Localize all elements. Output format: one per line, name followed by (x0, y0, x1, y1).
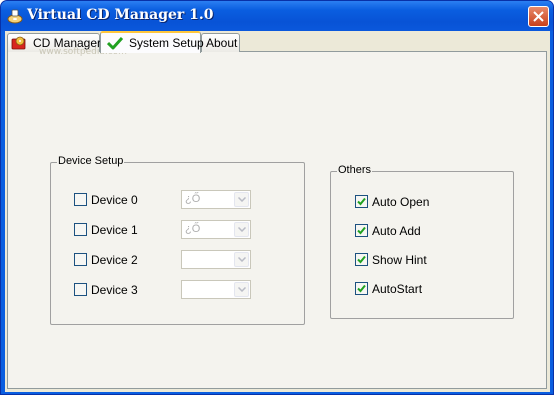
device-1-drive-select[interactable]: ¿Ő (181, 220, 251, 239)
device-setup-title: Device Setup (57, 155, 125, 167)
device-3-dropdown-button[interactable] (234, 282, 249, 297)
close-icon (533, 11, 544, 22)
device-setup-group: Device Setup Device 0 ¿Ő Device 1 ¿Ő Device … (50, 155, 305, 325)
check-mark-icon (357, 255, 366, 264)
chevron-down-icon (238, 197, 246, 202)
chevron-down-icon (238, 257, 246, 262)
auto-open-option-checkbox[interactable] (355, 195, 368, 208)
device-2-dropdown-button[interactable] (234, 252, 249, 267)
device-2-option-label: Device 2 (91, 253, 138, 267)
tab-system-setup-label: System Setup (129, 36, 204, 50)
checkmark-icon (106, 35, 124, 51)
window-title: Virtual CD Manager 1.0 (27, 7, 214, 23)
device-0-drive-select[interactable]: ¿Ő (181, 190, 251, 209)
cd-manager-icon (11, 35, 27, 51)
device-3-drive-select[interactable] (181, 280, 251, 299)
chevron-down-icon (238, 287, 246, 292)
device-1-dropdown-button[interactable] (234, 222, 249, 237)
autostart-option-label: AutoStart (372, 282, 423, 296)
chevron-down-icon (238, 227, 246, 232)
device-0-option-label: Device 0 (91, 193, 138, 207)
auto-add-option-label: Auto Add (372, 224, 421, 238)
close-button[interactable] (528, 6, 549, 27)
check-mark-icon (357, 226, 366, 235)
device-0-dropdown-button[interactable] (234, 192, 249, 207)
others-group: Others Auto Open Auto Add Show Hint AutoSta… (330, 164, 514, 319)
device-1-drive-value: ¿Ő (185, 223, 201, 235)
autostart-option-checkbox[interactable] (355, 282, 368, 295)
check-mark-icon (357, 284, 366, 293)
tab-system-setup[interactable]: System Setup (100, 31, 204, 53)
others-title: Others (337, 164, 373, 176)
auto-add-option-checkbox[interactable] (355, 224, 368, 237)
window-client-area: Device Setup Device 0 ¿Ő Device 1 ¿Ő Device … (5, 31, 550, 392)
show-hint-option-label: Show Hint (372, 253, 427, 267)
device-1-option-checkbox[interactable] (74, 223, 87, 236)
device-3-option-checkbox[interactable] (74, 283, 87, 296)
device-0-option-checkbox[interactable] (74, 193, 87, 206)
device-3-option-label: Device 3 (91, 283, 138, 297)
device-2-drive-select[interactable] (181, 250, 251, 269)
system-setup-panel: Device Setup Device 0 ¿Ő Device 1 ¿Ő Device … (7, 51, 547, 389)
app-window: Virtual CD Manager 1.0 Device Setup Devi… (0, 0, 554, 395)
device-2-option-checkbox[interactable] (74, 253, 87, 266)
tab-about-label: About (206, 36, 238, 50)
title-bar[interactable]: Virtual CD Manager 1.0 (1, 1, 553, 31)
cd-app-icon (7, 8, 23, 24)
show-hint-option-checkbox[interactable] (355, 253, 368, 266)
auto-open-option-label: Auto Open (372, 195, 430, 209)
tab-about[interactable]: About (201, 33, 240, 52)
device-0-drive-value: ¿Ő (185, 193, 201, 205)
device-1-option-label: Device 1 (91, 223, 138, 237)
check-mark-icon (357, 197, 366, 206)
